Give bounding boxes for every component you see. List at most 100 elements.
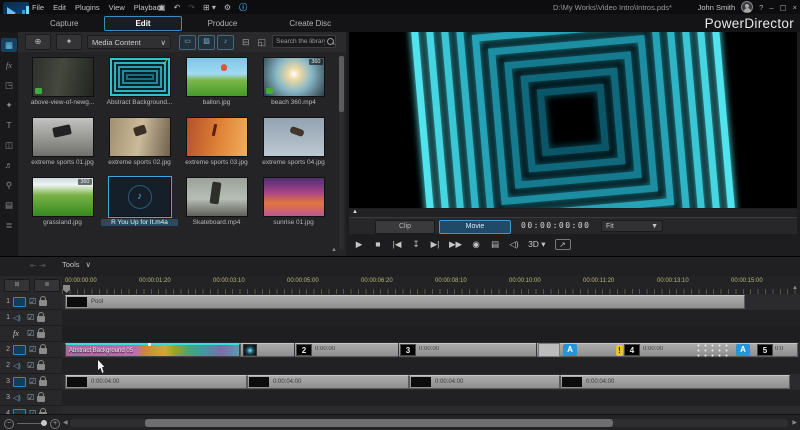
voiceover-room-icon[interactable]: ⚲ — [1, 178, 17, 192]
preview-seekbar[interactable]: ▲ — [349, 209, 797, 218]
numbered-clip-thumbnail[interactable]: 3 — [400, 344, 416, 356]
workspace-layout-icon[interactable]: ⊞ ▾ — [203, 3, 216, 12]
track-enable-checkbox[interactable]: ☑ — [27, 313, 34, 322]
menu-plugins[interactable]: Plugins — [75, 3, 100, 12]
audio-filter-button[interactable]: ♪ — [217, 35, 234, 50]
movie-mode-button[interactable]: Movie — [439, 220, 511, 234]
tab-capture[interactable]: Capture — [24, 17, 104, 30]
track-lock-icon[interactable] — [37, 316, 45, 322]
3d-mode-button[interactable]: 3D ▾ — [528, 239, 546, 250]
particle-room-icon[interactable]: ✦ — [1, 98, 17, 112]
track-enable-checkbox[interactable]: ☑ — [29, 297, 36, 306]
plugins-button[interactable]: ✦ — [56, 34, 82, 50]
track-enable-checkbox[interactable]: ☑ — [27, 361, 34, 370]
library-item[interactable]: above-view-of-newg... — [24, 54, 101, 114]
media-room-icon[interactable]: ▦ — [1, 38, 17, 52]
zoom-in-button[interactable]: + — [50, 419, 60, 429]
menu-edit[interactable]: Edit — [53, 3, 66, 12]
track-lock-icon[interactable] — [37, 332, 45, 338]
track-manager-button[interactable]: ⊞ — [4, 279, 30, 292]
next-frame-button[interactable]: ▶| — [430, 239, 440, 250]
track-lock-icon[interactable] — [39, 300, 47, 306]
timeline-clip[interactable]: 0:00:04:00 — [65, 375, 247, 389]
library-item[interactable]: ballon.jpg — [178, 54, 255, 114]
library-item[interactable]: extreme sports 03.jpg — [178, 114, 255, 174]
menu-file[interactable]: File — [32, 3, 44, 12]
track-lane[interactable] — [62, 310, 800, 327]
track-lock-icon[interactable] — [37, 396, 45, 402]
zoom-fit-dropdown[interactable]: Fit ▼ — [601, 220, 663, 232]
warning-marker[interactable]: ! — [616, 345, 623, 356]
track-lane[interactable] — [62, 390, 800, 407]
track-view-button[interactable]: ≣ — [34, 279, 60, 292]
track-enable-checkbox[interactable]: ☑ — [27, 393, 34, 402]
seek-button[interactable]: ↧ — [411, 239, 421, 250]
audio-mixing-room-icon[interactable]: ♬ — [1, 158, 17, 172]
subtitle-room-icon[interactable]: ≣ — [1, 218, 17, 232]
scroll-left-icon[interactable]: ◀ — [63, 419, 68, 426]
timeline-zoom-slider[interactable] — [17, 423, 47, 424]
info-icon[interactable]: ⓘ — [239, 2, 247, 13]
fast-forward-button[interactable]: ▶▶ — [449, 239, 462, 250]
undo-icon[interactable]: ↶ — [174, 3, 181, 12]
save-icon[interactable]: ▣ — [158, 3, 166, 12]
zoom-slider-knob[interactable] — [41, 420, 47, 426]
keyframe-marker[interactable] — [148, 343, 151, 346]
tab-edit[interactable]: Edit — [104, 16, 181, 31]
seek-marker-icon[interactable]: ▲ — [352, 209, 358, 215]
media-content-dropdown[interactable]: Media Content ∨ — [87, 35, 171, 49]
zoom-out-button[interactable]: − — [4, 419, 14, 429]
minimize-button[interactable]: – — [769, 3, 773, 12]
snapshot-button[interactable]: ◉ — [471, 239, 481, 250]
effect-room-icon[interactable]: fx — [1, 58, 17, 72]
horizontal-scrollbar[interactable] — [70, 419, 788, 427]
previous-frame-button[interactable]: |◀ — [392, 239, 402, 250]
timeline-clip-abstract-background[interactable]: Abstract Background 05 — [65, 343, 240, 357]
volume-button[interactable]: ◁) — [509, 239, 519, 250]
undock-button[interactable]: ↗ — [555, 239, 571, 250]
title-room-icon[interactable]: T — [1, 118, 17, 132]
menu-view[interactable]: View — [109, 3, 125, 12]
grid-view-button[interactable]: ⊟ — [242, 37, 250, 48]
scrollbar-thumb[interactable] — [145, 419, 613, 427]
library-item[interactable]: extreme sports 01.jpg — [24, 114, 101, 174]
numbered-clip-thumbnail[interactable]: 4 — [624, 344, 640, 356]
clip-segment[interactable] — [538, 343, 560, 357]
panel-resize-icon[interactable]: ▲ — [331, 247, 337, 253]
user-avatar-icon[interactable] — [741, 1, 753, 13]
track-lock-icon[interactable] — [37, 364, 45, 370]
numbered-clip-thumbnail[interactable]: 2 — [296, 344, 312, 356]
timeline-ruler[interactable]: ▲ 00:00:00:0000:00:01:2000:00:03:1000:00… — [62, 276, 800, 294]
track-lane[interactable] — [62, 358, 800, 375]
photo-filter-button[interactable]: ▨ — [198, 35, 215, 50]
redo-icon[interactable]: ↷ — [188, 3, 195, 12]
library-scrollbar[interactable] — [339, 56, 344, 250]
track-enable-checkbox[interactable]: ☑ — [29, 345, 36, 354]
restore-button[interactable]: ▢ — [780, 3, 787, 12]
timeline-clip[interactable]: 0:00:04:00 — [247, 375, 409, 389]
video-filter-button[interactable]: ▭ — [179, 35, 196, 50]
tab-produce[interactable]: Produce — [182, 17, 264, 30]
library-item[interactable]: sunrise 01.jpg — [255, 174, 332, 234]
library-item[interactable]: Skateboard.mp4 — [178, 174, 255, 234]
library-item[interactable]: 360grassland.jpg — [24, 174, 101, 234]
particle-effect-clip[interactable] — [695, 343, 728, 357]
user-name[interactable]: John Smith — [698, 3, 736, 12]
track-lane[interactable] — [62, 326, 800, 343]
track-enable-checkbox[interactable]: ☑ — [27, 329, 34, 338]
pip-objects-room-icon[interactable]: ◳ — [1, 78, 17, 92]
timeline-clip[interactable]: 0:00:04:00 — [409, 375, 560, 389]
tools-dropdown[interactable]: Tools ∨ — [62, 260, 91, 269]
library-item[interactable]: 360beach 360.mp4 — [255, 54, 332, 114]
library-item[interactable]: extreme sports 04.jpg — [255, 114, 332, 174]
play-button[interactable]: ▶ — [354, 239, 364, 250]
import-media-button[interactable]: ⊕ — [25, 34, 51, 50]
transition-room-icon[interactable]: ◫ — [1, 138, 17, 152]
chapter-room-icon[interactable]: ▤ — [1, 198, 17, 212]
track-lock-icon[interactable] — [39, 380, 47, 386]
numbered-clip-thumbnail[interactable]: 5 — [757, 344, 773, 356]
timeline-clip[interactable]: 0:00:04:00 — [560, 375, 790, 389]
timecode-display[interactable]: 00:00:00:00 — [521, 221, 590, 230]
track-enable-checkbox[interactable]: ☑ — [29, 377, 36, 386]
scroll-right-icon[interactable]: ▶ — [792, 419, 797, 426]
